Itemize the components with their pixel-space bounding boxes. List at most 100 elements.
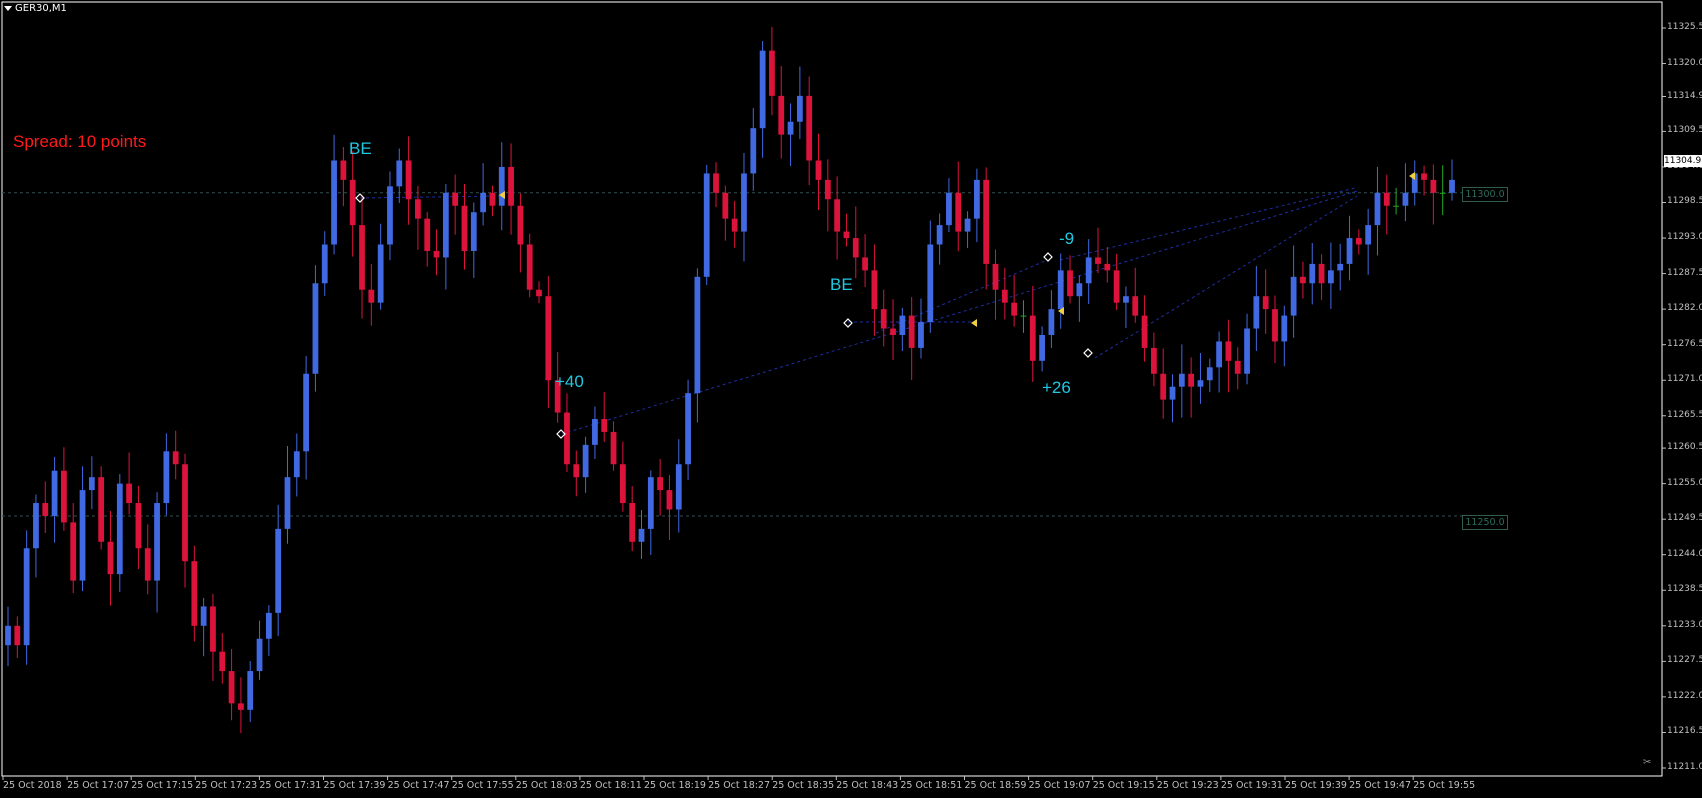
candle [1234,347,1241,390]
candle [424,212,431,267]
candle [1178,344,1185,418]
candle-body [1449,179,1455,193]
current-price-tag: 11304.9 [1664,155,1702,167]
candle [1001,267,1008,320]
candle-body [377,244,384,303]
candle-body [489,192,496,206]
candle-body [647,477,654,529]
candle [722,185,729,241]
candle-body [1123,296,1129,303]
candle [796,66,803,139]
candle [936,213,943,265]
chevron-down-icon[interactable] [4,6,12,11]
candle-body [992,263,999,290]
candle [1216,331,1222,393]
candle [70,503,77,594]
level-tag-lower: 11250.0 [1462,515,1508,530]
candle-body [955,192,962,232]
price-tick-label: 11271.0 [1667,374,1702,385]
candle-body [787,121,794,135]
candle-body [452,192,459,206]
candle-body [442,192,449,258]
candle-body [899,315,906,335]
candle-body [1216,341,1222,368]
candle-body [415,199,421,219]
candle-body [973,179,980,219]
candle [256,620,263,680]
candle [536,281,542,304]
candle [787,103,794,167]
scissors-icon[interactable]: ✂ [1643,757,1651,768]
candle-body [694,276,701,394]
candle [1225,319,1232,393]
time-tick-label: 25 Oct 18:35 [772,780,835,791]
candle-body [610,431,617,465]
candle [1132,267,1139,323]
chart-frame [1,1,1663,777]
candle [638,510,645,559]
price-tick-label: 11298.5 [1667,196,1702,207]
time-tick-label: 25 Oct 17:15 [131,780,194,791]
candle-body [191,561,198,626]
time-tick-label: 25 Oct 19:55 [1413,780,1476,791]
candle-body [1393,205,1399,207]
candle-body [1290,276,1297,316]
candle [1150,332,1157,387]
candle-body [703,173,710,277]
candle [647,470,654,555]
candle-body [1244,328,1250,374]
price-tick-label: 11260.5 [1667,442,1702,453]
symbol-timeframe-label[interactable]: GER30,M1 [4,3,67,14]
candle-body [824,179,831,200]
candle-body [1160,373,1167,400]
candle-body [405,160,412,200]
candle [955,161,962,252]
price-chart[interactable] [0,0,1702,798]
candle [1048,290,1055,348]
candle-body [582,444,589,478]
time-tick-label: 25 Oct 19:23 [1156,780,1219,791]
candle-body [1281,315,1288,342]
candle-body [144,548,151,581]
price-tick-label: 11233.0 [1667,619,1702,630]
time-tick-label: 25 Oct 18:03 [515,780,578,791]
candle-body [359,225,365,290]
candle-body [722,192,729,219]
candle [126,452,132,515]
price-tick-label: 11244.0 [1667,548,1702,559]
candle-body [163,451,170,504]
candle [1123,286,1129,328]
candle [508,143,514,235]
trade-annotation-be-1: BE [349,139,372,158]
candle-body [908,315,915,348]
candle [489,185,496,217]
candle [1374,166,1381,256]
candle-body [461,205,468,251]
candle-body [964,218,971,232]
trade-annotation-plus40: +40 [555,372,584,391]
candle [312,265,319,392]
candle-body [1328,270,1334,284]
candle-body [1067,270,1073,297]
time-tick-label: 25 Oct 19:39 [1285,780,1347,791]
time-tick-label: 25 Oct 19:31 [1220,780,1283,791]
candle-body [1001,289,1008,303]
candle-body [1113,270,1120,303]
entry-marker [843,318,853,328]
candle [331,134,337,255]
candle [1029,286,1036,382]
candle-body [685,393,691,465]
candle [1141,295,1148,362]
candle [545,275,552,409]
candle-body [303,373,310,452]
candle-body [741,173,747,232]
candle-body [638,528,645,542]
candle [433,229,440,276]
candle-body [480,192,487,213]
candle [349,151,356,257]
candle [1346,215,1353,281]
candle-body [536,289,542,297]
candle-body [1206,367,1213,381]
candle [778,65,785,159]
candle-body [1337,263,1344,271]
